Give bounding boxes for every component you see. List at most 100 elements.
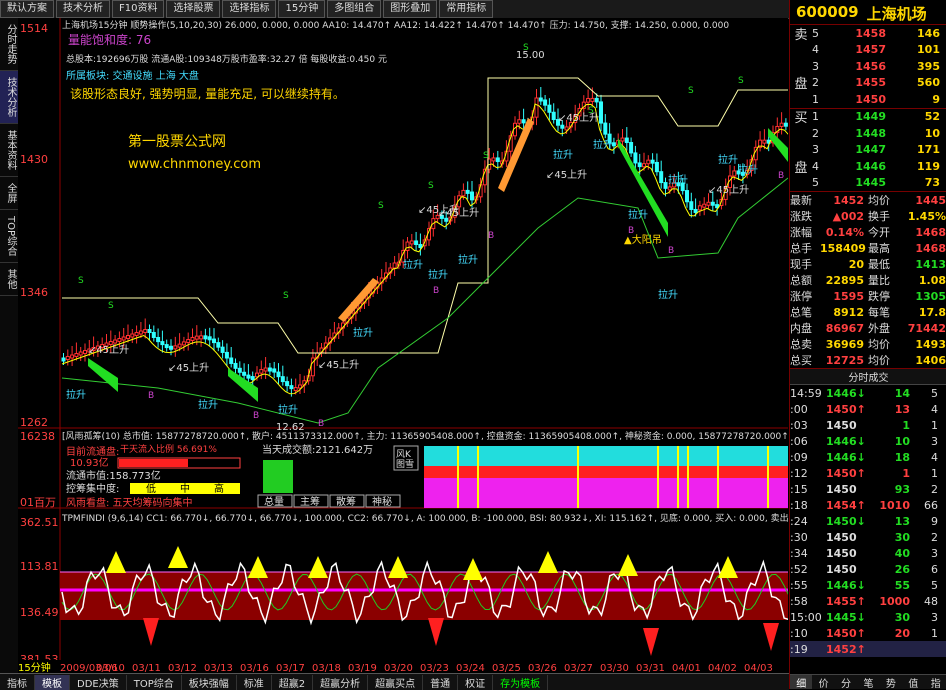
tick-row[interactable]: :24 1450↓ 13 9: [790, 513, 946, 529]
leftnav-item-2[interactable]: 基本资料: [0, 124, 18, 177]
bid-row[interactable]: 3 1447 171: [790, 142, 946, 159]
tick-time: :55: [790, 578, 808, 592]
bid-volume: 73: [924, 176, 940, 190]
tick-row[interactable]: :06 1446↓ 10 3: [790, 433, 946, 449]
bottom-tab-2[interactable]: DDE决策: [70, 674, 127, 690]
stat-label: 现手: [790, 258, 812, 271]
pullup-label: 拉升: [278, 403, 298, 416]
tick-row[interactable]: 14:59 1446↓ 14 5: [790, 385, 946, 401]
toolbar-button-7[interactable]: 图形叠加: [383, 0, 438, 18]
tick-price: 1446↓: [826, 450, 866, 464]
bottom-tab-4[interactable]: 板块强幅: [182, 674, 237, 690]
bid-row[interactable]: 5 1445 73: [790, 175, 946, 192]
bid-row[interactable]: 盘 4 1446 119: [790, 158, 946, 176]
quote-tab-6[interactable]: 指: [925, 675, 946, 690]
leftnav-item-0[interactable]: 分时走势: [0, 18, 18, 71]
tick-count: 5: [931, 578, 938, 592]
candle-body: [693, 208, 698, 213]
tick-row[interactable]: :12 1450↑ 1 1: [790, 465, 946, 481]
ask-row[interactable]: 卖 5 1458 146: [790, 25, 946, 43]
tick-row[interactable]: :30 1450 30 2: [790, 529, 946, 545]
quote-tab-3[interactable]: 笔: [857, 675, 879, 690]
quote-tab-0[interactable]: 细: [790, 675, 813, 690]
x-axis-label: 03/23: [420, 663, 449, 673]
tick-row[interactable]: :10 1450↑ 20 1: [790, 625, 946, 641]
toolbar-button-4[interactable]: 选择指标: [222, 0, 277, 18]
stat-label: 总笔: [790, 306, 812, 319]
tick-row[interactable]: :00 1450↑ 13 4: [790, 401, 946, 417]
candle-body: [293, 387, 298, 392]
leftnav-item-4[interactable]: TOP综合: [0, 210, 18, 264]
candle-body: [78, 351, 83, 356]
leftnav-item-1[interactable]: 技术分析: [0, 71, 18, 124]
tick-row[interactable]: :19 1452↑: [790, 641, 946, 657]
ask-row[interactable]: 盘 2 1455 560: [790, 75, 946, 92]
bid-row[interactable]: 2 1448 10: [790, 125, 946, 142]
tick-row[interactable]: :58 1455↑ 1000 48: [790, 593, 946, 609]
concentration-tick: 高: [214, 482, 224, 495]
leftnav-item-3[interactable]: 全屏: [0, 177, 18, 210]
x-axis-label: 03/13: [204, 663, 233, 673]
toolbar-button-3[interactable]: 选择股票: [166, 0, 221, 18]
tick-row[interactable]: :18 1454↑ 1010 66: [790, 497, 946, 513]
tick-row[interactable]: :52 1450 26 6: [790, 561, 946, 577]
pullup-label: 拉升: [718, 153, 738, 166]
candle-body: [594, 97, 599, 103]
bottom-tab-5[interactable]: 标准: [237, 674, 272, 690]
sell-marker: S: [588, 106, 594, 116]
bottom-tab-11[interactable]: 存为模板: [493, 674, 549, 690]
bottom-tab-3[interactable]: TOP综合: [127, 674, 182, 690]
quote-tab-5[interactable]: 值: [902, 675, 924, 690]
candle-body: [138, 330, 143, 335]
candle-body: [654, 161, 659, 173]
tick-row[interactable]: :15 1450 93 2: [790, 481, 946, 497]
quote-tab-2[interactable]: 分: [835, 675, 857, 690]
candle-body: [418, 244, 423, 249]
buy-marker: B: [148, 391, 154, 401]
pullup-label: 拉升: [553, 148, 573, 161]
toolbar-button-5[interactable]: 15分钟: [278, 0, 326, 18]
bottom-tab-9[interactable]: 普通: [423, 674, 459, 690]
bottom-tab-10[interactable]: 权证: [458, 674, 494, 690]
tick-volume: 13: [894, 402, 910, 416]
toolbar-button-0[interactable]: 默认方案: [0, 0, 54, 18]
tick-row[interactable]: :34 1450 40 3: [790, 545, 946, 561]
tick-price: 1446↓: [826, 386, 866, 400]
toolbar-button-6[interactable]: 多图组合: [327, 0, 382, 18]
pullup-label: 拉升: [628, 208, 648, 221]
tick-row[interactable]: :55 1446↓ 55 5: [790, 577, 946, 593]
ask-row[interactable]: 4 1457 101: [790, 42, 946, 59]
bottom-tab-8[interactable]: 超赢买点: [368, 674, 424, 690]
candle-body: [242, 371, 247, 376]
ticks-header[interactable]: 分时成交: [790, 369, 946, 385]
ask-price: 1458: [855, 26, 886, 40]
bottom-tab-0[interactable]: 指标: [0, 674, 35, 690]
bottom-tab-6[interactable]: 超赢2: [272, 674, 314, 690]
tick-price: 1446↓: [826, 434, 866, 448]
tick-count: 1: [931, 626, 938, 640]
sell-marker: S: [688, 86, 694, 96]
buy-marker: B: [318, 419, 324, 429]
quote-tab-4[interactable]: 势: [880, 675, 902, 690]
bottom-tab-7[interactable]: 超赢分析: [313, 674, 369, 690]
tick-row[interactable]: :09 1446↓ 18 4: [790, 449, 946, 465]
bottom-tab-1[interactable]: 模板: [35, 674, 70, 690]
candle-body: [74, 353, 79, 357]
tick-count: 4: [931, 402, 938, 416]
leftnav-item-5[interactable]: 其他: [0, 263, 18, 297]
toolbar-button-1[interactable]: 技术分析: [56, 0, 110, 18]
tick-row[interactable]: :03 1450 1 1: [790, 417, 946, 433]
tick-count: 5: [931, 386, 938, 400]
ask-row[interactable]: 1 1450 9: [790, 91, 946, 108]
tick-row[interactable]: 15:00 1445↓ 30 3: [790, 609, 946, 625]
x-axis-label: 03/16: [240, 663, 269, 673]
toolbar-button-8[interactable]: 常用指标: [439, 0, 494, 18]
conclusion-text: 风雨看盘: 五天均筹码向集中: [66, 496, 193, 509]
quote-tab-1[interactable]: 价: [812, 675, 834, 690]
ask-row[interactable]: 3 1456 395: [790, 58, 946, 75]
candle-body: [783, 122, 788, 127]
toolbar-button-2[interactable]: F10资料: [112, 0, 165, 18]
pullup-label: 拉升: [593, 138, 613, 151]
bid-row[interactable]: 买 1 1449 52: [790, 109, 946, 126]
candle-body: [190, 336, 195, 341]
